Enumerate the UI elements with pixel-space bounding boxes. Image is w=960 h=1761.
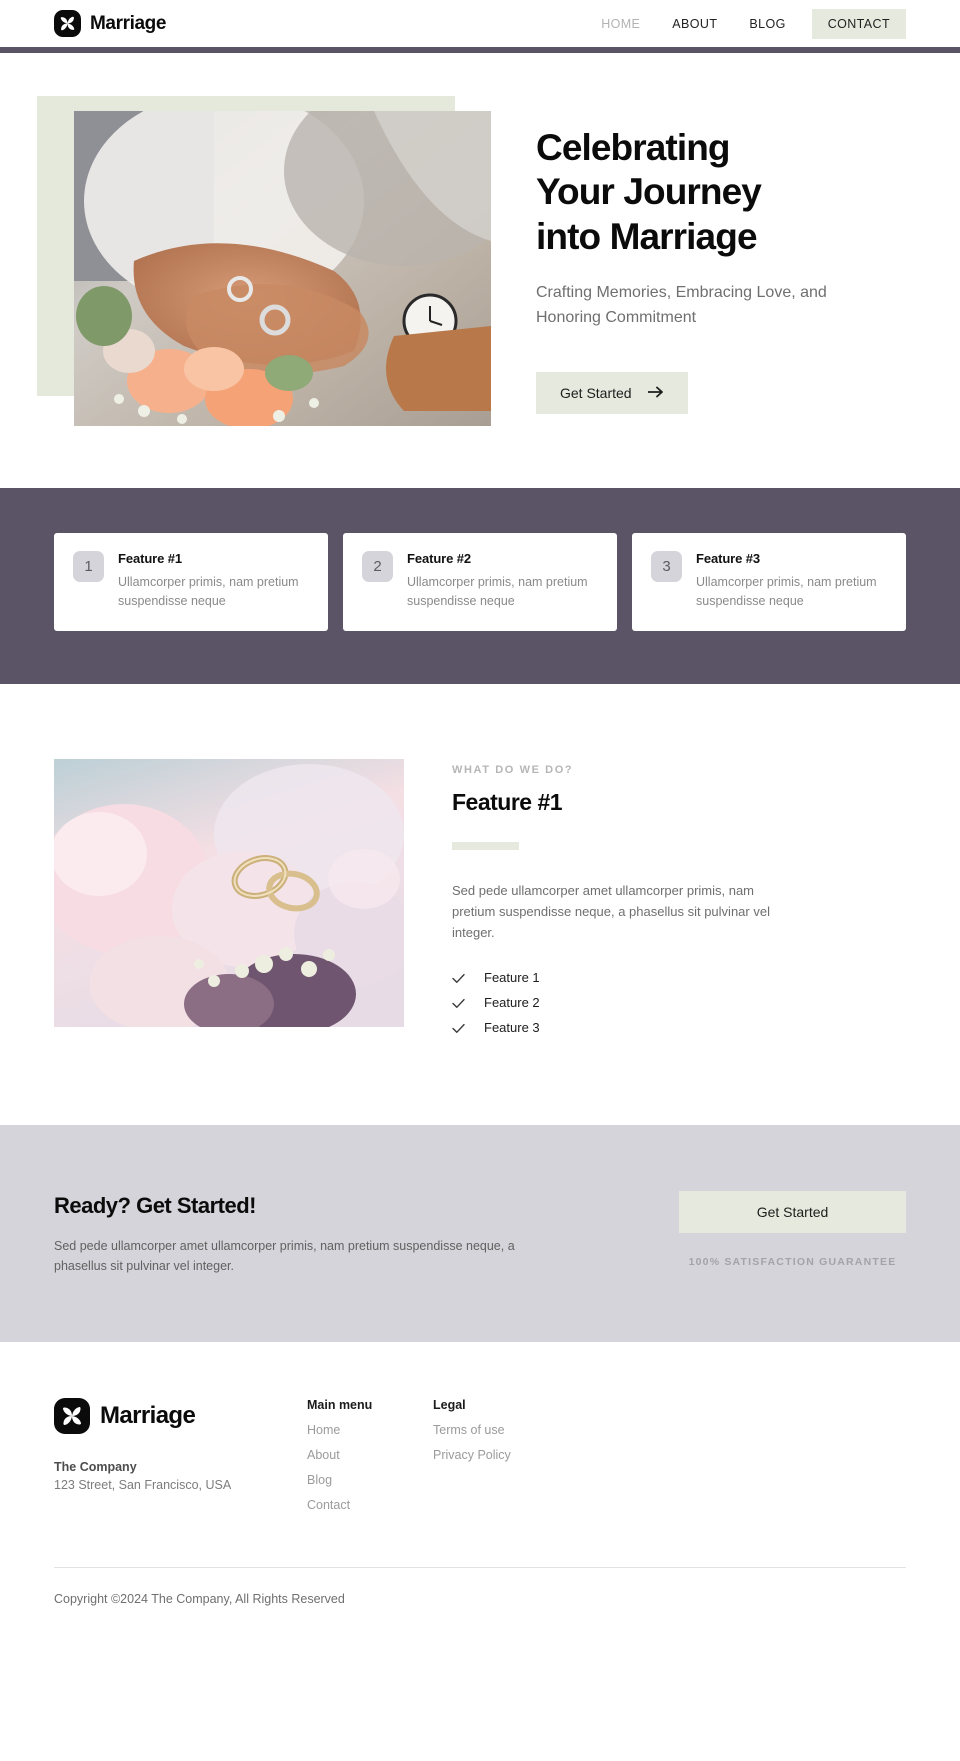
detail-title: Feature #1 <box>452 788 563 815</box>
main-nav: HOME ABOUT BLOG CONTACT <box>585 8 906 39</box>
footer-columns: Marriage The Company 123 Street, San Fra… <box>54 1398 906 1512</box>
feature-cards: 1 Feature #1 Ullamcorper primis, nam pre… <box>54 533 906 631</box>
detail-copy: WHAT DO WE DO? Feature #1 Sed pede ullam… <box>404 759 906 1045</box>
hero-title: Celebrating Your Journey into Marriage <box>536 126 906 259</box>
cta-copy: Ready? Get Started! Sed pede ullamcorper… <box>54 1187 679 1277</box>
hero-title-line-2: Your Journey <box>536 171 762 213</box>
feature-number-badge: 2 <box>362 551 393 582</box>
footer-column-legal: Legal Terms of use Privacy Policy <box>433 1398 559 1512</box>
footer-address: 123 Street, San Francisco, USA <box>54 1478 232 1493</box>
footer-link-contact[interactable]: Contact <box>307 1498 433 1512</box>
pinwheel-logo-icon <box>54 1398 90 1435</box>
nav-contact-button[interactable]: CONTACT <box>811 8 906 39</box>
nav-link-blog[interactable]: BLOG <box>733 10 801 38</box>
footer-company-name: The Company <box>54 1460 137 1475</box>
checklist-label: Feature 2 <box>484 994 540 1010</box>
feature-card-text: Ullamcorper primis, nam pretium suspendi… <box>696 575 877 608</box>
feature-number-badge: 3 <box>651 551 682 582</box>
brand-logo[interactable]: Marriage <box>54 10 166 37</box>
hero-media <box>37 96 491 426</box>
hero-image <box>74 111 491 426</box>
site-header: Marriage HOME ABOUT BLOG CONTACT <box>0 0 960 53</box>
checklist-label: Feature 3 <box>484 1019 540 1035</box>
copyright-text: Copyright ©2024 The Company, All Rights … <box>54 1592 345 1607</box>
feature-card-title: Feature #3 <box>696 551 761 566</box>
detail-section: WHAT DO WE DO? Feature #1 Sed pede ullam… <box>0 684 960 1125</box>
checklist-label: Feature 1 <box>484 969 540 985</box>
brand-name: Marriage <box>90 12 167 34</box>
check-icon <box>452 971 465 984</box>
pinwheel-logo-icon <box>54 10 81 37</box>
feature-card-title: Feature #1 <box>118 551 183 566</box>
cta-text: Sed pede ullamcorper amet ullamcorper pr… <box>54 1238 515 1273</box>
feature-card-title: Feature #2 <box>407 551 472 566</box>
footer-column-title: Main menu <box>307 1398 373 1413</box>
hero-get-started-label: Get Started <box>560 384 632 401</box>
footer-brand-name: Marriage <box>100 1402 196 1430</box>
footer-link-blog[interactable]: Blog <box>307 1473 433 1487</box>
feature-card[interactable]: 2 Feature #2 Ullamcorper primis, nam pre… <box>343 533 617 631</box>
footer-logo[interactable]: Marriage <box>54 1398 307 1435</box>
landing-page: Marriage HOME ABOUT BLOG CONTACT Celebra… <box>0 0 960 1637</box>
footer-brand-block: Marriage The Company 123 Street, San Fra… <box>54 1398 307 1512</box>
footer-link-home[interactable]: Home <box>307 1423 433 1437</box>
site-footer: Marriage The Company 123 Street, San Fra… <box>0 1342 960 1637</box>
detail-divider <box>452 841 519 850</box>
cta-section: Ready? Get Started! Sed pede ullamcorper… <box>0 1124 960 1343</box>
detail-text: Sed pede ullamcorper amet ullamcorper pr… <box>452 882 770 940</box>
hero-copy: Celebrating Your Journey into Marriage C… <box>489 111 906 426</box>
footer-link-terms-of-use[interactable]: Terms of use <box>433 1423 559 1437</box>
checklist-item: Feature 1 <box>452 970 906 985</box>
footer-divider <box>54 1567 906 1569</box>
hero-subtitle: Crafting Memories, Embracing Love, and H… <box>536 284 827 326</box>
nav-link-home[interactable]: HOME <box>585 10 656 38</box>
checklist-item: Feature 3 <box>452 1020 906 1035</box>
cta-action: Get Started 100% SATISFACTION GUARANTEE <box>679 1187 906 1277</box>
satisfaction-guarantee-label: 100% SATISFACTION GUARANTEE <box>688 1255 897 1268</box>
cta-get-started-button[interactable]: Get Started <box>679 1190 906 1233</box>
features-strip-section: 1 Feature #1 Ullamcorper primis, nam pre… <box>0 488 960 684</box>
detail-checklist: Feature 1 Feature 2 Feature 3 <box>452 970 906 1035</box>
footer-column-title: Legal <box>433 1398 466 1413</box>
cta-title: Ready? Get Started! <box>54 1192 257 1218</box>
checklist-item: Feature 2 <box>452 995 906 1010</box>
detail-eyebrow: WHAT DO WE DO? <box>452 763 574 776</box>
footer-column-main-menu: Main menu Home About Blog Contact <box>307 1398 433 1512</box>
nav-link-about[interactable]: ABOUT <box>656 10 733 38</box>
detail-image <box>54 758 404 1027</box>
hero-section: Celebrating Your Journey into Marriage C… <box>0 53 960 488</box>
hero-title-line-3: into Marriage <box>536 215 758 257</box>
feature-card[interactable]: 3 Feature #3 Ullamcorper primis, nam pre… <box>632 533 906 631</box>
feature-card[interactable]: 1 Feature #1 Ullamcorper primis, nam pre… <box>54 533 328 631</box>
feature-card-text: Ullamcorper primis, nam pretium suspendi… <box>407 575 588 608</box>
feature-number-badge: 1 <box>73 551 104 582</box>
footer-link-privacy-policy[interactable]: Privacy Policy <box>433 1448 559 1462</box>
footer-link-about[interactable]: About <box>307 1448 433 1462</box>
hero-get-started-button[interactable]: Get Started <box>536 371 688 414</box>
feature-card-text: Ullamcorper primis, nam pretium suspendi… <box>118 575 299 608</box>
arrow-right-icon <box>646 385 664 401</box>
hero-title-line-1: Celebrating <box>536 127 731 168</box>
check-icon <box>452 1021 465 1034</box>
check-icon <box>452 996 465 1009</box>
